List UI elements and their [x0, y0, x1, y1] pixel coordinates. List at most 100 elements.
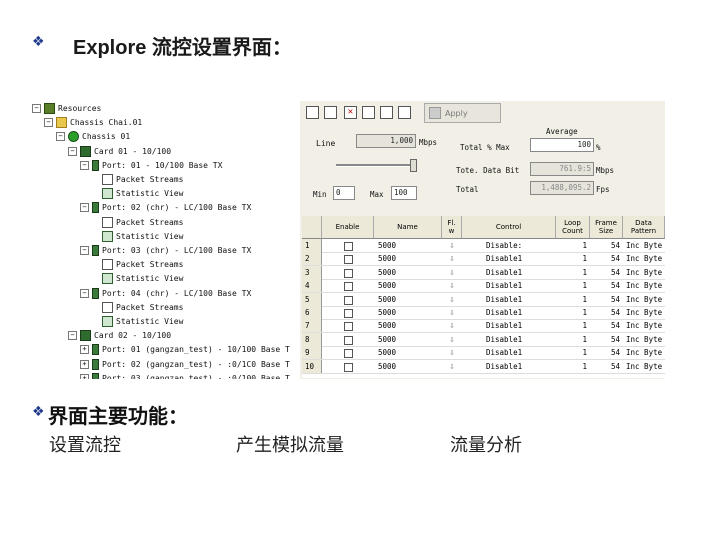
flow-arrow-icon[interactable]: ⇩ [442, 360, 462, 373]
tree-item[interactable]: Packet Streams [92, 258, 183, 271]
table-row[interactable]: 2 5000 ⇩ Disable1 1 54 Inc Byte [302, 252, 665, 267]
expand-toggle-icon[interactable]: − [80, 160, 89, 170]
tree-item[interactable]: Packet Streams [92, 173, 183, 186]
flow-arrow-icon[interactable]: ⇩ [442, 306, 462, 319]
control-cell[interactable]: Disable1 [462, 252, 556, 265]
flow-arrow-icon[interactable]: ⇩ [442, 252, 462, 265]
tree-item[interactable]: − Chassis Chai.01 [44, 116, 142, 129]
column-header-control[interactable]: Control [462, 216, 556, 239]
save-icon[interactable] [398, 106, 411, 119]
loop-count-cell[interactable]: 1 [556, 293, 590, 306]
loop-count-cell[interactable]: 1 [556, 239, 590, 252]
data-pattern-cell[interactable]: Inc Byte [623, 360, 665, 373]
loop-count-cell[interactable]: 1 [556, 319, 590, 332]
data-pattern-cell[interactable]: Inc Byte [623, 319, 665, 332]
data-pattern-cell[interactable]: Inc Byte [623, 266, 665, 279]
expand-toggle-icon[interactable]: − [80, 288, 89, 298]
expand-toggle-icon[interactable]: + [80, 373, 89, 379]
loop-count-cell[interactable]: 1 [556, 346, 590, 359]
checkbox[interactable] [343, 268, 353, 278]
checkbox[interactable] [343, 255, 353, 265]
control-cell[interactable]: Disable1 [462, 360, 556, 373]
loop-count-cell[interactable]: 1 [556, 266, 590, 279]
table-row[interactable]: 8 5000 ⇩ Disable1 1 54 Inc Byte [302, 332, 665, 347]
tree-item[interactable]: + Port: 03 (gangzan_test) - :0/100 Base T [80, 372, 290, 379]
frame-size-cell[interactable]: 54 [590, 252, 623, 265]
tree-item[interactable]: Statistic View [92, 315, 183, 328]
min-field[interactable]: 0 [333, 186, 355, 200]
expand-toggle-icon[interactable]: − [80, 246, 89, 255]
control-cell[interactable]: Disable: [462, 239, 556, 252]
flow-arrow-icon[interactable]: ⇩ [442, 333, 462, 346]
window-icon[interactable] [306, 106, 319, 119]
control-cell[interactable]: Disable1 [462, 279, 556, 292]
tree-item[interactable]: − Card 01 - 10/100 [68, 145, 171, 158]
stream-name-cell[interactable]: 5000 [374, 293, 442, 306]
tree-item[interactable]: − Port: 04 (chr) - LC/100 Base TX [80, 287, 251, 300]
tree-item[interactable]: Packet Streams [92, 301, 183, 314]
loop-count-cell[interactable]: 1 [556, 252, 590, 265]
layout-icon[interactable] [380, 106, 393, 119]
checkbox[interactable] [343, 295, 353, 305]
expand-toggle-icon[interactable]: − [32, 104, 41, 113]
grid-icon[interactable] [324, 106, 337, 119]
tree-item[interactable]: + Port: 02 (gangzan_test) - :0/1C0 Base T [80, 358, 290, 371]
data-pattern-cell[interactable]: Inc Byte [623, 333, 665, 346]
checkbox[interactable] [343, 282, 353, 292]
data-pattern-cell[interactable]: Inc Byte [623, 346, 665, 359]
frame-size-cell[interactable]: 54 [590, 319, 623, 332]
stream-name-cell[interactable]: 5000 [374, 252, 442, 265]
tree-item[interactable]: − Port: 01 - 10/100 Base TX [80, 159, 222, 172]
stream-name-cell[interactable]: 5000 [374, 346, 442, 359]
stream-name-cell[interactable]: 5000 [374, 239, 442, 252]
loop-count-cell[interactable]: 1 [556, 279, 590, 292]
flow-arrow-icon[interactable]: ⇩ [442, 293, 462, 306]
rate-slider-thumb[interactable] [410, 159, 417, 172]
loop-count-cell[interactable]: 1 [556, 333, 590, 346]
tree-item[interactable]: − Port: 02 (chr) - LC/100 Base TX [80, 201, 251, 214]
column-header-enable[interactable]: Enable [322, 216, 374, 239]
table-row[interactable]: 6 5000 ⇩ Disable1 1 54 Inc Byte [302, 306, 665, 320]
table-row[interactable]: 10 5000 ⇩ Disable1 1 54 Inc Byte [302, 359, 665, 374]
flow-arrow-icon[interactable]: ⇩ [442, 279, 462, 292]
control-cell[interactable]: Disable1 [462, 319, 556, 332]
frame-size-cell[interactable]: 54 [590, 279, 623, 292]
frame-size-cell[interactable]: 54 [590, 293, 623, 306]
loop-count-cell[interactable]: 1 [556, 306, 590, 319]
tree-item[interactable]: − Port: 03 (chr) - LC/100 Base TX [80, 244, 251, 257]
control-cell[interactable]: Disable1 [462, 293, 556, 306]
tree-item[interactable]: Statistic View [92, 230, 183, 243]
list-icon[interactable] [362, 106, 375, 119]
column-header-frame-size[interactable]: Frame Size [590, 216, 623, 239]
data-pattern-cell[interactable]: Inc Byte [623, 279, 665, 292]
frame-size-cell[interactable]: 54 [590, 266, 623, 279]
stream-name-cell[interactable]: 5000 [374, 306, 442, 319]
table-row[interactable]: 3 5000 ⇩ Disable1 1 54 Inc Byte [302, 265, 665, 280]
checkbox[interactable] [343, 335, 353, 345]
table-row[interactable]: 1 5000 ⇩ Disable: 1 54 Inc Byte [302, 239, 665, 253]
flow-arrow-icon[interactable]: ⇩ [442, 266, 462, 279]
total-max-field[interactable]: 100 [530, 138, 594, 152]
frame-size-cell[interactable]: 54 [590, 333, 623, 346]
column-header-flow[interactable]: Fl. w [442, 216, 462, 239]
frame-size-cell[interactable]: 54 [590, 306, 623, 319]
expand-toggle-icon[interactable]: − [56, 132, 65, 142]
frame-size-cell[interactable]: 54 [590, 239, 623, 252]
frame-size-cell[interactable]: 54 [590, 360, 623, 373]
checkbox[interactable] [343, 349, 353, 359]
stream-name-cell[interactable]: 5000 [374, 266, 442, 279]
data-pattern-cell[interactable]: Inc Byte [623, 306, 665, 319]
checkbox[interactable] [343, 309, 353, 318]
table-row[interactable]: 5 5000 ⇩ Disable1 1 54 Inc Byte [302, 292, 665, 307]
expand-toggle-icon[interactable]: − [68, 146, 77, 156]
expand-toggle-icon[interactable]: + [80, 359, 89, 369]
control-cell[interactable]: Disable1 [462, 266, 556, 279]
tree-item[interactable]: − Chassis 01 [56, 130, 130, 143]
expand-toggle-icon[interactable]: − [80, 203, 89, 213]
table-row[interactable]: 9 5000 ⇩ Disable1 1 54 Inc Byte [302, 346, 665, 361]
apply-button[interactable]: Apply [424, 103, 501, 123]
data-pattern-cell[interactable]: Inc Byte [623, 239, 665, 252]
tree-item[interactable]: Packet Streams [92, 216, 183, 229]
tree-item[interactable]: − Resources [32, 102, 101, 115]
data-pattern-cell[interactable]: Inc Byte [623, 293, 665, 306]
